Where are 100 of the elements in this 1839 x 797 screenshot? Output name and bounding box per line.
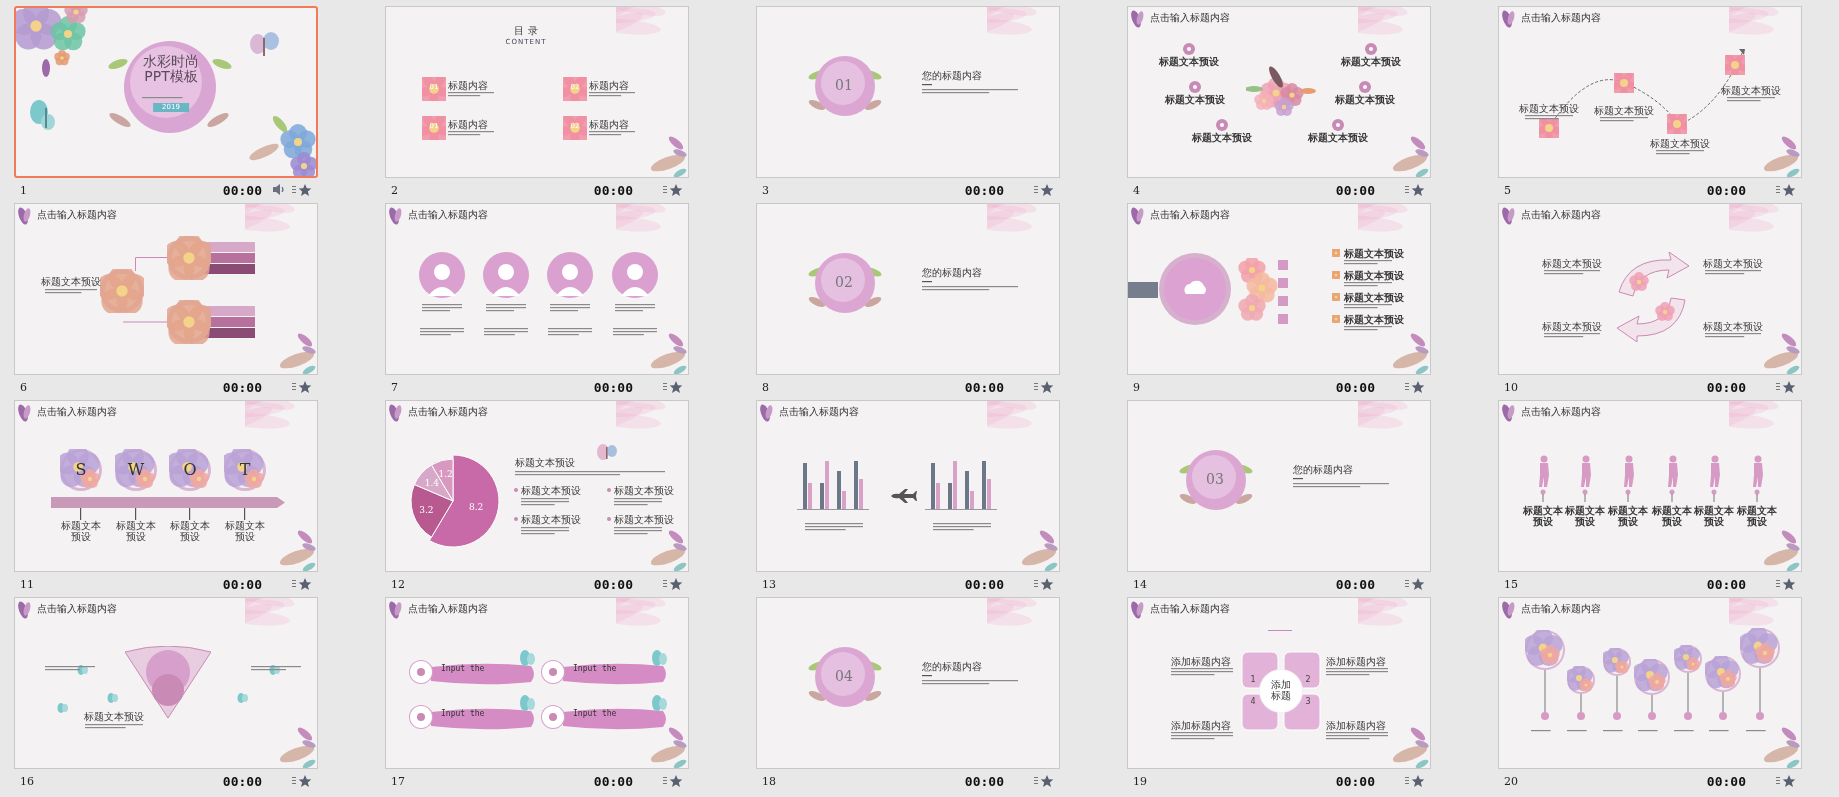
slide-thumbnail[interactable]: 点击输入标题内容 标题文本预设: [14, 203, 318, 375]
person-avatar-icon: [547, 252, 593, 298]
pin-marker-icon: [1613, 676, 1621, 720]
slide-thumbnail[interactable]: 点击输入标题内容 标题文本预设 标题文本预设 标题文本预设 标题文本预设: [1498, 6, 1802, 178]
slide-thumbnail[interactable]: 04 您的标题内容: [756, 597, 1060, 769]
slide-header-text: 点击输入标题内容: [408, 603, 488, 614]
slide-timing: 00:00: [964, 773, 1004, 789]
slide-timing: 00:00: [593, 182, 633, 198]
item-title: 添加标题内容: [1171, 656, 1231, 667]
slide-thumbnail[interactable]: 点击输入标题内容 标题文本预设 标题文本预设 标题文本预设 标题文本预设: [1498, 203, 1802, 375]
flower-circle-drawing: [1674, 645, 1702, 673]
swot-letter: W: [127, 461, 145, 479]
item-title: Input the: [573, 665, 617, 674]
flower-icon: [1332, 249, 1340, 257]
flower-icon: [167, 300, 211, 344]
text-lines-drawing: [521, 527, 569, 536]
text-lines-drawing: [1656, 150, 1704, 156]
accent-rule: [1268, 630, 1292, 632]
item-title: 标题文本预设: [224, 521, 266, 542]
slide-timing: 00:00: [1706, 379, 1746, 395]
flower-circle-drawing: [224, 449, 266, 491]
circle-icon: [541, 660, 565, 684]
item-title: 标题文本预设: [1721, 85, 1781, 96]
text-lines-drawing: [521, 498, 569, 507]
slide-timing: 00:00: [222, 773, 262, 789]
item-title: 标题文本预设: [1344, 292, 1404, 303]
text-lines-drawing: [1326, 668, 1388, 677]
slide-thumbnail[interactable]: 02 您的标题内容: [756, 203, 1060, 375]
slide-thumbnail[interactable]: 点击输入标题内容: [756, 400, 1060, 572]
slide-number: 14: [1133, 577, 1148, 591]
flower-icon: [422, 77, 446, 101]
item-title: 标题文本预设: [521, 485, 581, 496]
item-title: 标题文本预设: [1594, 105, 1654, 116]
flower-circle-drawing: [1705, 656, 1741, 692]
pin-marker-icon: [1541, 670, 1549, 720]
item-title: 标题文本预设: [1522, 506, 1564, 527]
slide-number: 16: [20, 774, 35, 788]
slide-timing: 00:00: [964, 182, 1004, 198]
slide-thumbnail[interactable]: 点击输入标题内容 添加 标题 1 2 4 3 添加标题内容 添加标题内容 添加标题内容 添加标题内容: [1127, 597, 1431, 769]
circle-icon: [1365, 43, 1377, 55]
pin-marker-icon: [1648, 695, 1656, 720]
section-number: 03: [1206, 472, 1224, 488]
text-lines-drawing: [805, 523, 863, 532]
slide-timing: 00:00: [222, 379, 262, 395]
slide-thumbnail[interactable]: 点击输入标题内容 标题文本预设 标题文本预设 标题文本预设 标题文本预设 标题文本预设 标题文本预设: [1127, 6, 1431, 178]
text-lines-drawing: [1344, 282, 1392, 288]
slide-timing: 00:00: [1335, 576, 1375, 592]
text-lines-drawing: [589, 131, 635, 137]
slide-timing: 00:00: [1335, 773, 1375, 789]
slide-title: 水彩时尚 PPT模板: [143, 54, 199, 85]
slide-number: 15: [1504, 577, 1519, 591]
text-lines-drawing: [1705, 333, 1761, 339]
slide-timing: 00:00: [1335, 182, 1375, 198]
slide-number: 7: [391, 380, 399, 394]
circle-icon: [541, 705, 565, 729]
section-title: 您的标题内容: [922, 267, 982, 278]
text-lines-drawing: [484, 328, 528, 337]
slide-number: 4: [1133, 183, 1141, 197]
item-title: 标题文本预设: [41, 276, 101, 287]
leaf-icon: [1501, 9, 1515, 29]
slide-thumbnail[interactable]: 点击输入标题内容 1.2 1.4 3.2 8.2 标题文本预设 标题文本预设 标题文本预设 标题文本预设 标题文本预设: [385, 400, 689, 572]
text-lines-drawing: [933, 523, 991, 532]
slide-thumbnail[interactable]: 点击输入标题内容 标题文本预设 标题文本预设 标题文本预设 标题文本预设 标题文本预设 标题文本预设: [1498, 400, 1802, 572]
slide-number: 17: [391, 774, 406, 788]
text-lines-drawing: [1344, 304, 1392, 310]
leaf-icon: [1501, 206, 1515, 226]
item-title: 标题文本预设: [1519, 103, 1579, 114]
slide-thumbnail[interactable]: 点击输入标题内容 标题文本预设: [14, 597, 318, 769]
slide-header-text: 点击输入标题内容: [408, 406, 488, 417]
chart-title: 标题文本预设: [515, 457, 575, 468]
item-title: 标题文本预设: [1159, 56, 1219, 67]
slide-thumbnail[interactable]: 01 您的标题内容: [756, 6, 1060, 178]
slide-thumbnail[interactable]: 点击输入标题内容 标题文本预设 标题文本预设 标题文本预设 标题文本预设: [1127, 203, 1431, 375]
slide-header-text: 点击输入标题内容: [37, 603, 117, 614]
underline-rule: [922, 84, 932, 86]
slide-thumbnail[interactable]: 点击输入标题内容: [1498, 597, 1802, 769]
slide-thumbnail[interactable]: 点击输入标题内容: [385, 203, 689, 375]
slide-number: 2: [391, 183, 399, 197]
segment-number: 2: [1305, 676, 1311, 685]
flower-icon: [1667, 114, 1687, 134]
item-title: 标题内容: [589, 119, 629, 130]
flower-icon: [422, 116, 446, 140]
flower-circle-drawing: [1603, 648, 1631, 676]
swot-letter: T: [239, 461, 251, 479]
flower-circle-drawing: [60, 449, 102, 491]
slide-timing: 00:00: [593, 773, 633, 789]
slide-thumbnail[interactable]: 点击输入标题内容 Input the Input the Input the Input the: [385, 597, 689, 769]
slide-thumbnail[interactable]: 03 您的标题内容: [1127, 400, 1431, 572]
slide-header-text: 点击输入标题内容: [1521, 603, 1601, 614]
connector-line: [123, 321, 167, 323]
item-title: 标题文本预设: [1308, 132, 1368, 143]
item-title: 标题文本预设: [1542, 258, 1602, 269]
circle-icon: [1189, 81, 1201, 93]
section-title: 您的标题内容: [1293, 464, 1353, 475]
segment-number: 3: [1305, 698, 1311, 707]
slide-number: 10: [1504, 380, 1519, 394]
flower-circle-drawing: [1634, 659, 1670, 695]
slide-thumbnail[interactable]: 点击输入标题内容 S W O T 标题文本预设 标题文本预设 标题文本预设 标题文本预设: [14, 400, 318, 572]
slide-header-text: 点击输入标题内容: [408, 209, 488, 220]
flower-bouquet-drawing: [1246, 65, 1316, 119]
